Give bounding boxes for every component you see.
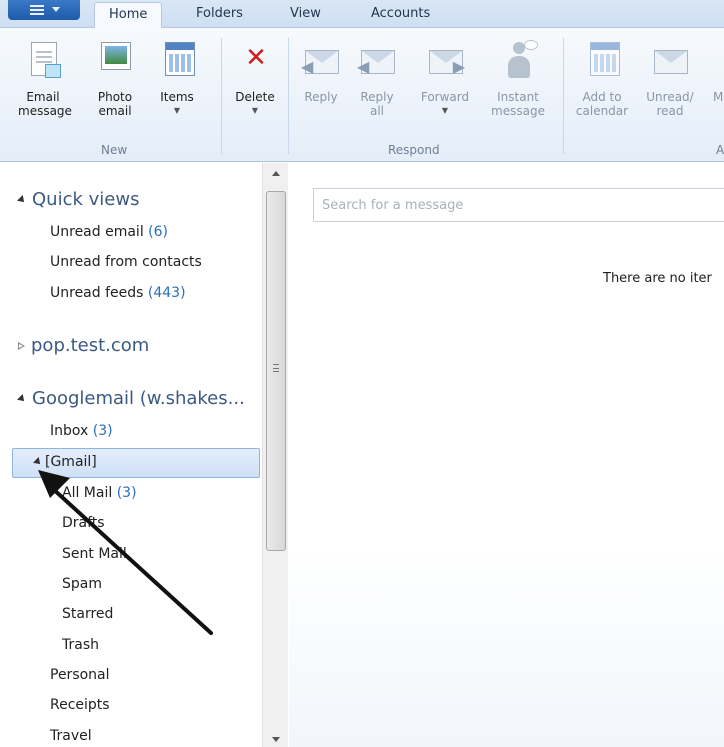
delete-icon: ✕ <box>245 43 267 73</box>
nav-item-label: Inbox <box>50 423 89 439</box>
section-pop-account-label: pop.test.com <box>31 335 150 356</box>
app-menu-icon <box>30 5 44 15</box>
nav-item-spam[interactable]: Spam <box>62 576 102 592</box>
tab-home[interactable]: Home <box>94 2 163 29</box>
unread-read-icon <box>650 38 690 82</box>
forward-icon: ▶ <box>425 38 465 82</box>
photo-email-button[interactable]: Photo email <box>92 38 138 118</box>
message-list-pane: There are no iter <box>289 163 724 747</box>
items-icon <box>157 38 197 82</box>
group-label-new: New <box>101 143 128 157</box>
folder-pane: Quick views Unread email (6) Unread from… <box>0 163 262 747</box>
ribbon: Email message Photo email Items ▼ New ✕ … <box>0 28 724 162</box>
nav-item-label: [Gmail] <box>45 454 97 470</box>
nav-item-gmail-folder[interactable]: [Gmail] <box>33 454 97 470</box>
chevron-down-icon <box>52 7 60 12</box>
nav-item-label: All Mail <box>62 485 113 501</box>
scroll-down-arrow-icon[interactable] <box>272 737 280 742</box>
instant-message-label: Instant message <box>491 90 545 118</box>
unread-read-label: Unread/ read <box>646 90 694 118</box>
group-label-partial: A <box>716 143 724 157</box>
delete-dropdown-icon: ▼ <box>251 106 259 115</box>
photo-email-label: Photo email <box>97 90 133 118</box>
folder-pane-scrollbar[interactable] <box>262 163 288 747</box>
forward-button[interactable]: ▶ Forward ▼ <box>414 38 476 118</box>
scrollbar-thumb[interactable] <box>266 191 286 551</box>
email-message-icon <box>23 38 63 82</box>
nav-item-label: Unread email <box>50 224 144 240</box>
add-to-calendar-button[interactable]: Add to calendar <box>572 38 632 118</box>
search-input[interactable] <box>313 188 724 222</box>
move-button-partial[interactable]: M <box>713 38 724 104</box>
email-message-button[interactable]: Email message <box>18 38 72 118</box>
nav-item-sent-mail[interactable]: Sent Mail <box>62 546 127 562</box>
section-quick-views-label: Quick views <box>32 189 140 210</box>
nav-item-label: Unread feeds <box>50 285 144 301</box>
section-google-account-label: Googlemail (w.shakes... <box>32 388 245 409</box>
collapse-triangle-icon <box>33 457 43 467</box>
add-to-calendar-icon <box>582 38 622 82</box>
section-google-account[interactable]: Googlemail (w.shakes... <box>17 388 245 409</box>
tab-view[interactable]: View <box>290 6 321 21</box>
collapse-triangle-icon <box>17 195 27 205</box>
unread-count: (3) <box>92 423 113 439</box>
unread-count: (6) <box>148 224 169 240</box>
unread-count: (443) <box>147 285 186 301</box>
group-label-respond: Respond <box>388 143 440 157</box>
scrollbar-grip-icon <box>273 364 279 372</box>
photo-email-icon <box>95 38 135 82</box>
unread-count: (3) <box>116 485 137 501</box>
nav-item-all-mail[interactable]: All Mail (3) <box>62 485 137 501</box>
expand-triangle-icon <box>18 341 25 351</box>
reply-button[interactable]: ◀ Reply <box>298 38 344 104</box>
tab-accounts[interactable]: Accounts <box>371 6 430 21</box>
nav-item-inbox[interactable]: Inbox (3) <box>50 423 113 439</box>
nav-item-starred[interactable]: Starred <box>62 606 113 622</box>
nav-item-unread-from-contacts[interactable]: Unread from contacts <box>50 254 202 270</box>
email-message-label: Email message <box>18 90 72 118</box>
nav-item-unread-feeds[interactable]: Unread feeds (443) <box>50 285 186 301</box>
reply-all-label: Reply all <box>360 90 394 118</box>
section-quick-views[interactable]: Quick views <box>17 189 140 210</box>
forward-dropdown-icon: ▼ <box>441 106 449 115</box>
items-button[interactable]: Items ▼ <box>156 38 198 118</box>
instant-message-icon <box>498 38 538 82</box>
reply-label: Reply <box>304 90 338 104</box>
ribbon-tab-bar: Home Folders View Accounts <box>0 0 724 29</box>
reply-icon: ◀ <box>301 38 341 82</box>
move-label-partial: M <box>713 90 724 104</box>
reply-all-icon: ◀ <box>357 38 397 82</box>
forward-label: Forward <box>420 90 470 104</box>
nav-item-drafts[interactable]: Drafts <box>62 515 105 531</box>
ribbon-separator <box>288 38 289 154</box>
nav-item-unread-email[interactable]: Unread email (6) <box>50 224 168 240</box>
add-to-calendar-label: Add to calendar <box>575 90 629 118</box>
ribbon-separator <box>221 38 222 154</box>
reply-all-button[interactable]: ◀ Reply all <box>356 38 398 118</box>
items-dropdown-icon: ▼ <box>173 106 181 115</box>
delete-button[interactable]: ✕ Delete ▼ <box>229 38 281 118</box>
nav-item-personal[interactable]: Personal <box>50 667 110 683</box>
app-menu-button[interactable] <box>8 0 80 20</box>
ribbon-separator <box>563 38 564 154</box>
items-label: Items <box>160 90 194 104</box>
move-icon <box>713 38 724 82</box>
nav-item-receipts[interactable]: Receipts <box>50 697 110 713</box>
nav-item-travel[interactable]: Travel <box>50 728 92 744</box>
section-pop-account[interactable]: pop.test.com <box>18 335 149 356</box>
collapse-triangle-icon <box>17 394 27 404</box>
empty-list-message: There are no iter <box>603 271 712 286</box>
instant-message-button[interactable]: Instant message <box>486 38 550 118</box>
unread-read-button[interactable]: Unread/ read <box>640 38 700 118</box>
delete-label: Delete <box>235 90 275 104</box>
scroll-up-arrow-icon[interactable] <box>272 171 280 176</box>
nav-item-trash[interactable]: Trash <box>62 637 99 653</box>
tab-folders[interactable]: Folders <box>196 6 243 21</box>
